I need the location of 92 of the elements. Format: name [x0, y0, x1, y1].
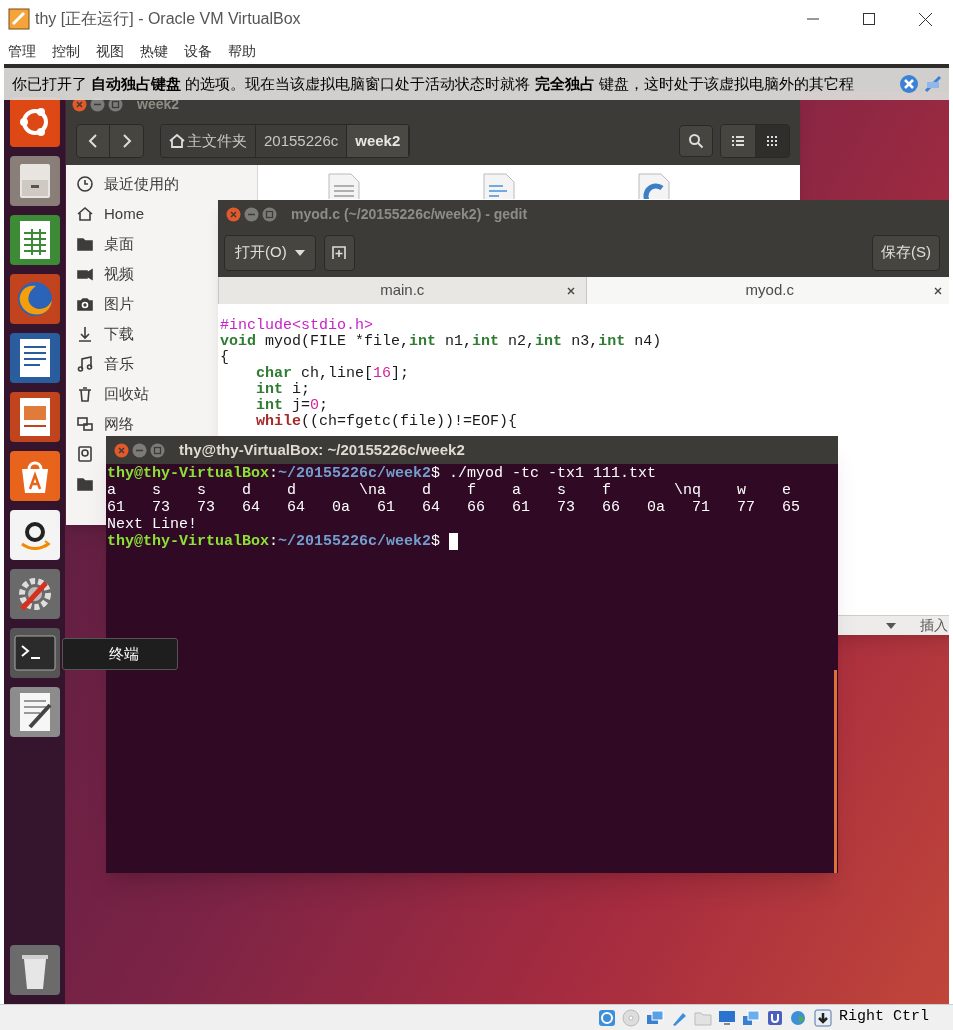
launcher-item[interactable] [9, 392, 60, 442]
launcher-item[interactable] [9, 945, 60, 995]
launcher-item[interactable] [9, 333, 60, 383]
file-tab[interactable]: myod.c [585, 277, 949, 304]
code-line: { [220, 350, 229, 366]
globe-icon [9, 274, 60, 324]
launcher-item[interactable] [9, 156, 60, 206]
terminal-line: a s s d d \na d f a s f \nq w e [107, 482, 792, 499]
chevron-left-icon [88, 134, 98, 148]
window-title: thy@thy-VirtualBox: ~/20155226c/week2 [179, 439, 465, 460]
notification-text: 你已打开了 自动独占键盘 的选项。现在当该虚拟电脑窗口处于活动状态时就将 完全独占 键盘，这时处于该虚拟电脑外的其它程 [12, 73, 854, 94]
open-button[interactable]: 打开(O) [224, 234, 316, 271]
launcher-item[interactable] [9, 687, 60, 737]
document-icon [9, 333, 60, 383]
drive-icon [76, 445, 94, 463]
code-line: while((ch=fgetc(file))!=EOF){ [256, 414, 518, 430]
sidebar-item[interactable]: 图片 [66, 289, 214, 319]
caret-icon[interactable] [886, 622, 896, 629]
trash-icon [76, 385, 94, 403]
window-title: myod.c (~/20155226c/week2) - gedit [291, 204, 528, 224]
window-title: week2 [137, 95, 180, 114]
menu-item[interactable]: 视图 [96, 40, 124, 62]
menu-item[interactable]: 热键 [140, 40, 168, 62]
host-key-label: Right Ctrl [839, 1007, 929, 1028]
path-button[interactable]: 主文件夹 [161, 125, 256, 157]
text-editor-icon [9, 687, 60, 737]
sidebar-item[interactable]: 回收站 [66, 379, 214, 409]
download-icon [76, 325, 94, 343]
grid-icon [766, 135, 778, 147]
menu-item[interactable]: 设备 [184, 40, 212, 62]
close-icon[interactable] [565, 286, 576, 296]
folder-icon [76, 475, 94, 493]
terminal-icon [9, 628, 60, 678]
insert-mode-label[interactable]: 插入 [920, 615, 948, 636]
code-line: void myod(FILE *file,int n1,int n2,int n3,int n4) [220, 334, 662, 350]
sidebar-item[interactable]: 桌面 [66, 229, 214, 259]
search-icon [688, 133, 704, 149]
shopping-bag-icon [9, 451, 60, 501]
launcher-item[interactable] [9, 97, 60, 147]
tooltip: 终端 [62, 638, 178, 670]
terminal-line: thy@thy-VirtualBox:~/20155226c/week2$ [107, 533, 442, 550]
sidebar-item[interactable]: 最近使用的 [66, 169, 214, 199]
launcher-item[interactable] [9, 451, 60, 501]
camera-icon [76, 295, 94, 313]
maximize-icon [863, 13, 875, 25]
new-tab-icon [332, 245, 347, 260]
path-button[interactable]: week2 [347, 125, 410, 157]
menu-item[interactable]: 管理 [8, 40, 36, 62]
code-line: char ch,line[16]; [256, 366, 410, 382]
caret-icon [294, 249, 305, 256]
file-cabinet-icon [9, 156, 60, 206]
presentation-icon [9, 392, 60, 442]
sidebar-item[interactable]: Home [66, 199, 214, 229]
minimize-icon [807, 18, 819, 20]
launcher-item[interactable] [9, 510, 60, 560]
file-tab[interactable]: main.c [218, 277, 586, 304]
launcher-item[interactable] [9, 215, 60, 265]
list-icon [732, 136, 744, 146]
close-icon[interactable] [899, 74, 919, 94]
sidebar-item[interactable]: 音乐 [66, 349, 214, 379]
home-icon [169, 133, 185, 149]
sidebar-item[interactable]: 视频 [66, 259, 214, 289]
sidebar-item[interactable]: 网络 [66, 409, 214, 439]
terminal-line: thy@thy-VirtualBox:~/20155226c/week2$ ./myod -tc -tx1 111.txt [107, 465, 657, 482]
code-line: int j=0; [256, 398, 329, 414]
trash-icon [9, 945, 60, 995]
terminal-line: 61 73 73 64 64 0a 61 64 66 61 73 66 0a 71 77 65 [107, 499, 801, 516]
ubuntu-logo-icon [9, 97, 60, 147]
menu-item[interactable]: 控制 [52, 40, 80, 62]
terminal-line: Next Line! [107, 516, 197, 533]
new-tab-button[interactable] [323, 234, 355, 271]
network-icon [76, 415, 94, 433]
code-line: #include<stdio.h> [220, 318, 374, 334]
spreadsheet-icon [9, 215, 60, 265]
close-icon [918, 12, 932, 26]
launcher-item[interactable] [9, 274, 60, 324]
clock-icon [76, 175, 94, 193]
search-button[interactable] [679, 125, 713, 157]
grid-view-button[interactable] [755, 125, 789, 157]
app-logo-icon [8, 8, 30, 30]
home-icon [76, 205, 94, 223]
window-title: thy [正在运行] - Oracle VM VirtualBox [35, 9, 301, 29]
windows-icon[interactable] [741, 1007, 761, 1028]
menu-item[interactable]: 帮助 [228, 40, 256, 62]
sidebar-item[interactable]: 下载 [66, 319, 214, 349]
folder-icon [76, 235, 94, 253]
code-line: int i; [256, 382, 311, 398]
list-view-button[interactable] [721, 125, 755, 157]
close-icon[interactable] [933, 286, 943, 296]
save-button[interactable]: 保存(S) [872, 234, 940, 271]
chevron-right-icon [121, 134, 132, 148]
music-note-icon [76, 355, 94, 373]
